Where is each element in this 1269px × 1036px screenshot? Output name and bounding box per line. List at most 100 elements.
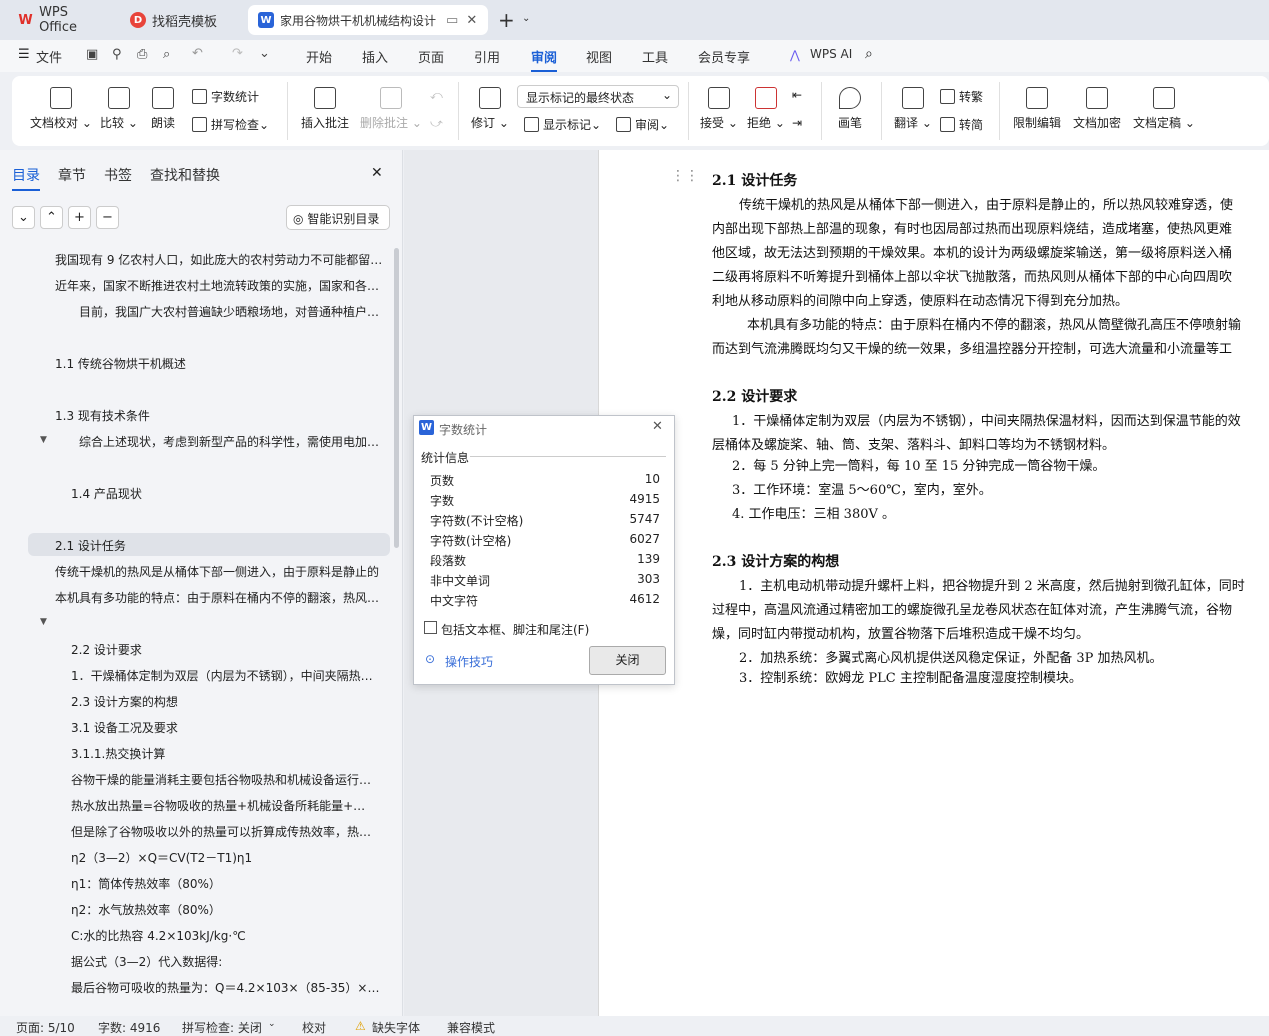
wps-ai-button[interactable]: WPS AI [810, 47, 852, 61]
menu-start[interactable]: 开始 [306, 47, 332, 66]
toc-item[interactable]: C:水的比热容 4.2×103kJ/kg·℃ [71, 927, 377, 944]
tab-bookmarks[interactable]: 书签 [104, 165, 132, 185]
menu-review[interactable]: 审阅 [531, 47, 558, 72]
tab-templates[interactable]: D 找稻壳模板 [120, 5, 244, 35]
tab-toc[interactable]: 目录 [12, 165, 40, 191]
undo-icon[interactable]: ↶ [192, 46, 203, 61]
more-icon[interactable]: ⌄ [259, 46, 270, 61]
share-icon[interactable]: ⚲ [112, 47, 122, 62]
toc-item[interactable]: 综合上述现状，考虑到新型产品的科学性，需使用电加热方式 [79, 433, 385, 450]
menu-view[interactable]: 视图 [586, 47, 612, 66]
track-changes-button[interactable]: 修订 ⌄ [471, 87, 509, 131]
insert-comment-button[interactable]: 插入批注 [301, 87, 349, 131]
tab-find-replace[interactable]: 查找和替换 [150, 165, 220, 185]
menu-reference[interactable]: 引用 [474, 47, 500, 66]
tab-wps-office[interactable]: W WPS Office [8, 5, 116, 35]
tab-document[interactable]: W 家用谷物烘干机机械结构设计 ▭ ✕ [248, 5, 488, 35]
chevron-down-icon[interactable]: ⌄ [522, 13, 530, 24]
next-comment-icon[interactable]: ⤻ [430, 116, 443, 131]
preview-icon[interactable]: ⌕ [163, 47, 170, 62]
toc-item[interactable]: 我国现有 9 亿农村人口，如此庞大的农村劳动力不可能都留在农村 [55, 251, 385, 268]
file-menu[interactable]: 文件 [36, 47, 62, 66]
close-pane-icon[interactable]: ✕ [371, 165, 383, 181]
translate-button[interactable]: 翻译 ⌄ [894, 87, 932, 131]
chevron-down-icon[interactable]: ⌄ [268, 1019, 276, 1029]
collapse-triangle-icon[interactable]: ▼ [40, 617, 47, 627]
delete-comment-button[interactable]: 删除批注 ⌄ [360, 87, 422, 131]
toc-item[interactable]: η2：水气放热效率（80%） [71, 901, 377, 918]
toc-item[interactable]: 近年来，国家不断推进农村土地流转政策的实施，国家和各级地方政府 [55, 277, 385, 294]
compare-button[interactable]: 比较 ⌄ [100, 87, 138, 131]
pen-button[interactable]: 画笔 [838, 87, 862, 131]
tab-sections[interactable]: 章节 [58, 165, 86, 185]
include-textbox-checkbox[interactable] [424, 621, 437, 634]
menu-tools[interactable]: 工具 [642, 47, 668, 66]
window-icon[interactable]: ▭ [446, 13, 458, 28]
toc-item[interactable]: 热水放出热量=谷物吸收的热量+机械设备所耗能量+其他损失 [71, 797, 377, 814]
next-change-icon[interactable]: ⇥ [792, 116, 802, 130]
toc-item[interactable]: η2（3—2）×Q＝CV(T2－T1)η1 [71, 849, 377, 866]
menu-insert[interactable]: 插入 [362, 47, 388, 66]
toc-item[interactable]: 谷物干燥的能量消耗主要包括谷物吸热和机械设备运行所耗能量 [71, 771, 377, 788]
review-pane-button[interactable]: 审阅 ⌄ [616, 116, 669, 133]
save-icon[interactable]: ▣ [86, 47, 98, 62]
prev-comment-icon[interactable]: ⤺ [430, 88, 443, 103]
close-tab-icon[interactable]: ✕ [466, 13, 477, 28]
redo-icon[interactable]: ↷ [232, 46, 243, 61]
prev-change-icon[interactable]: ⇤ [792, 88, 802, 102]
search-icon[interactable]: ⌕ [865, 46, 873, 62]
print-icon[interactable]: ⎙ [137, 47, 147, 62]
to-traditional-button[interactable]: 转繁 [940, 88, 983, 105]
read-aloud-button[interactable]: 朗读 [151, 87, 175, 131]
collapse-triangle-icon[interactable]: ▼ [40, 435, 47, 445]
toc-item[interactable]: 1.4 产品现状 [71, 485, 385, 502]
expand-up-button[interactable]: ⌃ [40, 206, 63, 229]
toc-item[interactable]: 传统干燥机的热风是从桶体下部一侧进入，由于原料是静止的 [55, 563, 385, 580]
compat-mode-indicator[interactable]: 兼容模式 [447, 1019, 495, 1036]
new-tab-icon[interactable]: + [498, 8, 515, 32]
toc-item-selected[interactable]: 2.1 设计任务 [28, 533, 390, 556]
toc-item[interactable]: 1.1 传统谷物烘干机概述 [55, 355, 385, 372]
word-count-indicator[interactable]: 字数: 4916 [98, 1019, 160, 1036]
toc-item[interactable]: 2.2 设计要求 [71, 641, 385, 658]
close-button[interactable]: 关闭 [589, 646, 666, 675]
document-page[interactable]: ⋮⋮ 2.1 设计任务 传统干燥机的热风是从桶体下部一侧进入，由于原料是静止的，… [598, 150, 1269, 1016]
word-count-button[interactable]: 字数统计 [192, 88, 259, 105]
toc-item[interactable]: 但是除了谷物吸收以外的热量可以折算成传热效率，热量利用 [71, 823, 377, 840]
toc-item[interactable]: 1．干燥桶体定制为双层（内层为不锈钢），中间夹隔热保温材料 [71, 667, 377, 684]
doc-check-button[interactable]: 文档校对 ⌄ [30, 87, 92, 131]
restrict-edit-button[interactable]: 限制编辑 [1013, 87, 1061, 131]
toc-item[interactable]: η1：筒体传热效率（80%） [71, 875, 377, 892]
proof-indicator[interactable]: 校对 [302, 1019, 326, 1036]
toc-item[interactable]: 本机具有多功能的特点：由于原料在桶内不停的翻滚，热风从筒壁 [55, 589, 385, 606]
toc-item[interactable]: 3.1.1.热交换计算 [71, 745, 385, 762]
toc-item[interactable]: 目前，我国广大农村普遍缺少晒粮场地，对普通种植户来说 [79, 303, 385, 320]
menu-member[interactable]: 会员专享 [698, 47, 750, 66]
sidebar-scrollbar[interactable] [394, 248, 399, 548]
spell-check-button[interactable]: 拼写检查 ⌄ [192, 116, 269, 133]
accept-button[interactable]: 接受 ⌄ [700, 87, 738, 131]
toc-item[interactable]: 2.3 设计方案的构想 [71, 693, 385, 710]
to-simplified-button[interactable]: 转简 [940, 116, 983, 133]
missing-font-indicator[interactable]: 缺失字体 [372, 1019, 420, 1036]
remove-heading-button[interactable]: − [96, 206, 119, 229]
dialog-titlebar[interactable]: W 字数统计 ✕ [414, 416, 674, 440]
tips-link[interactable]: 操作技巧 [445, 653, 493, 670]
show-markup-button[interactable]: 显示标记 ⌄ [524, 116, 601, 133]
reject-button[interactable]: 拒绝 ⌄ [747, 87, 785, 131]
collapse-all-button[interactable]: ⌄ [12, 206, 35, 229]
toc-item[interactable]: 据公式（3—2）代入数据得: [71, 953, 377, 970]
drag-handle-icon[interactable]: ⋮⋮ [671, 168, 699, 184]
menu-icon[interactable]: ☰ [18, 47, 30, 62]
encrypt-button[interactable]: 文档加密 [1073, 87, 1121, 131]
page-indicator[interactable]: 页面: 5/10 [16, 1019, 75, 1036]
smart-toc-button[interactable]: ◎ 智能识别目录 [286, 205, 390, 230]
menu-page[interactable]: 页面 [418, 47, 444, 66]
markup-state-select[interactable]: 显示标记的最终状态 ⌄ [517, 85, 679, 108]
toc-item[interactable]: 3.1 设备工况及要求 [71, 719, 385, 736]
toc-item[interactable]: 最后谷物可吸收的热量为：Q＝4.2×103×（85-35）×80% [71, 979, 381, 996]
spell-check-indicator[interactable]: 拼写检查: 关闭 [182, 1019, 262, 1036]
close-icon[interactable]: ✕ [652, 419, 663, 434]
finalize-button[interactable]: 文档定稿 ⌄ [1133, 87, 1195, 131]
toc-item[interactable]: 1.3 现有技术条件 [55, 407, 385, 424]
